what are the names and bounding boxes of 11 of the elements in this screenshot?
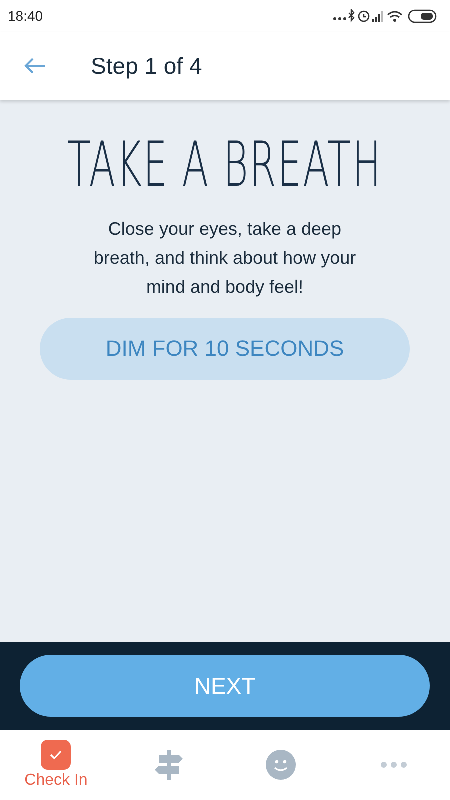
signpost-icon: [154, 750, 183, 780]
heading: TAKE A BREATH: [68, 132, 382, 198]
status-time: 18:40: [8, 8, 44, 24]
instructions-text: Close your eyes, take a deep breath, and think about how your mind and body feel!: [92, 218, 358, 300]
dim-button[interactable]: DIM FOR 10 SECONDS: [40, 318, 410, 380]
header-title: Step 1 of 4: [91, 52, 202, 80]
smiley-icon: [266, 750, 296, 780]
next-button[interactable]: NEXT: [20, 655, 430, 717]
back-arrow-icon[interactable]: [24, 57, 46, 75]
more-icon: [380, 761, 408, 769]
checkmark-icon: [41, 740, 72, 770]
